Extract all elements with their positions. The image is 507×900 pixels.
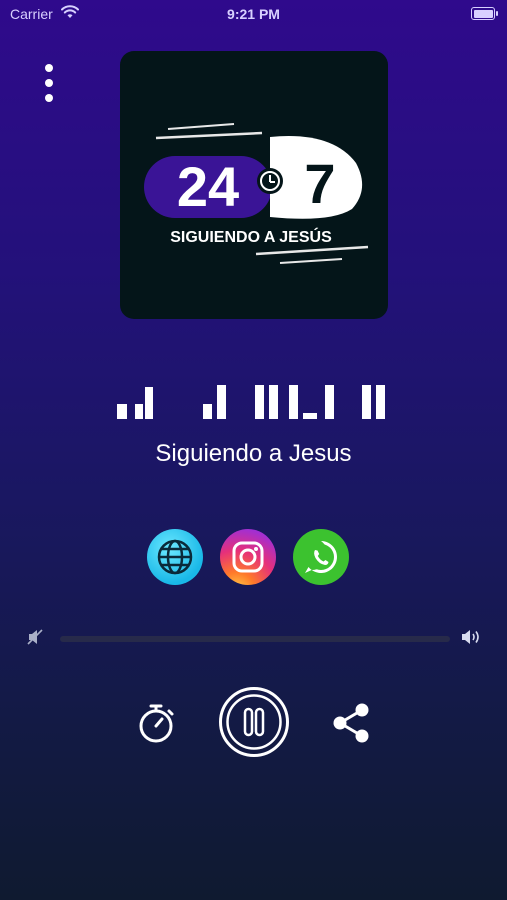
instagram-icon <box>232 541 264 573</box>
logo-number-left: 24 <box>177 155 239 218</box>
status-bar: Carrier 9:21 PM <box>0 0 507 30</box>
pause-icon <box>219 687 289 757</box>
whatsapp-icon <box>305 541 337 573</box>
visualizer-bar <box>135 404 143 419</box>
whatsapp-button[interactable] <box>293 529 349 585</box>
battery-icon <box>471 7 498 20</box>
visualizer-bar <box>362 385 371 419</box>
visualizer-bar <box>289 385 298 419</box>
visualizer-bar <box>203 404 212 419</box>
clock: 9:21 PM <box>227 6 280 22</box>
visualizer-bar <box>255 385 264 419</box>
volume-up-icon[interactable] <box>460 627 482 652</box>
volume-mute-icon[interactable] <box>26 627 46 652</box>
share-button[interactable] <box>330 701 372 745</box>
more-vertical-icon[interactable] <box>40 64 60 104</box>
visualizer-bar <box>217 385 226 419</box>
album-cover: 24 7 SIGUIENDO A JESÚS <box>120 51 388 319</box>
volume-slider[interactable] <box>60 636 450 642</box>
sleep-timer-button[interactable] <box>136 702 176 744</box>
logo-subtitle: SIGUIENDO A JESÚS <box>170 227 332 246</box>
play-pause-button[interactable] <box>218 686 290 758</box>
station-logo: 24 7 SIGUIENDO A JESÚS <box>144 123 369 264</box>
stopwatch-icon <box>139 704 174 743</box>
instagram-button[interactable] <box>220 529 276 585</box>
visualizer-bar <box>145 387 153 419</box>
visualizer-bar <box>303 413 317 419</box>
track-title: Siguiendo a Jesus <box>155 440 352 467</box>
logo-number-right: 7 <box>304 152 335 215</box>
visualizer-bar <box>325 385 334 419</box>
share-icon <box>333 703 369 743</box>
website-button[interactable] <box>147 529 203 585</box>
visualizer-bar <box>117 404 127 419</box>
audio-visualizer <box>117 377 392 419</box>
globe-icon <box>157 539 193 575</box>
visualizer-bar <box>376 385 385 419</box>
visualizer-bar <box>269 385 278 419</box>
